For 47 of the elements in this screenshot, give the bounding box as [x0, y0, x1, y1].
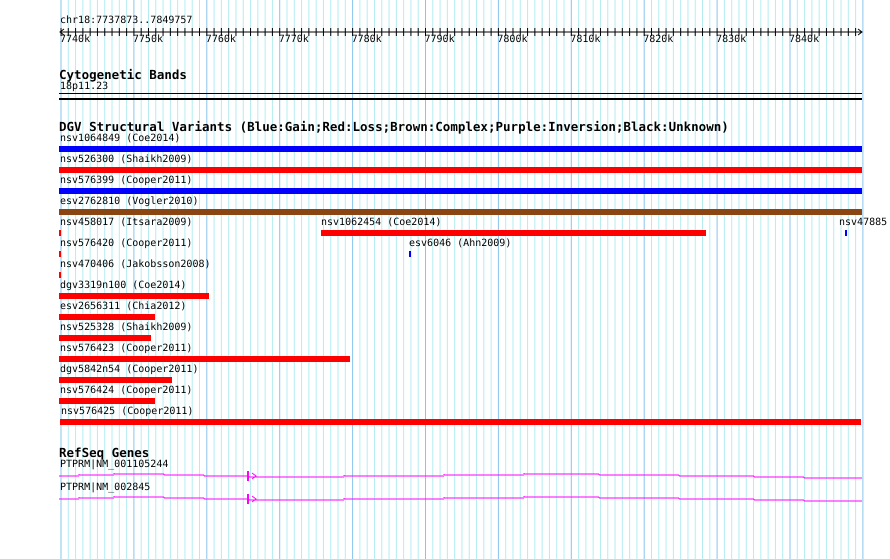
variant-label: nsv525328 (Shaikh2009): [60, 322, 192, 334]
variant-bar[interactable]: [59, 398, 155, 404]
ruler-tick-label: 7790k: [424, 34, 455, 46]
variant-label: nsv576420 (Cooper2011): [60, 238, 192, 250]
variant-bar[interactable]: [59, 377, 172, 383]
variant-label: nsv1062454 (Coe2014): [321, 217, 442, 229]
ruler-tick-label: 7800k: [497, 34, 528, 46]
variant-label: nsv576423 (Cooper2011): [60, 343, 192, 355]
variant-label: esv2656311 (Chia2012): [60, 301, 186, 313]
variant-label: nsv576399 (Cooper2011): [60, 175, 192, 187]
ruler-tick-label: 7770k: [278, 34, 309, 46]
variant-label: nsv47885: [839, 217, 888, 229]
ruler-tick-label: 7810k: [570, 34, 600, 46]
ruler-tick-label: 7760k: [206, 34, 236, 46]
track-title: RefSeq Genes: [59, 446, 150, 459]
variant-label: dgv5842n54 (Cooper2011): [60, 364, 198, 376]
variant-bar[interactable]: [59, 167, 862, 173]
track-title: DGV Structural Variants (Blue:Gain;Red:Loss;Brown:Complex;Purple:Inversion;Black:Unknown): [59, 120, 730, 133]
ruler-tick-label: 7780k: [352, 34, 382, 46]
location-label: chr18:7737873..7849757: [60, 15, 192, 27]
variant-label: nsv458017 (Itsara2009): [60, 217, 192, 229]
variant-label: esv6046 (Ahn2009): [409, 238, 512, 250]
ruler-tick-label: 7750k: [132, 34, 163, 46]
gene-label: PTPRM|NM_001105244: [60, 459, 168, 471]
ruler-tick-label: 7740k: [60, 34, 90, 46]
ruler-tick-label: 7840k: [789, 34, 820, 46]
variant-label: dgv3319n100 (Coe2014): [60, 280, 186, 292]
variant-label: esv2762810 (Vogler2010): [60, 196, 198, 208]
variant-bar[interactable]: [60, 419, 861, 425]
variant-label: nsv576425 (Cooper2011): [61, 406, 194, 418]
variant-bar[interactable]: [59, 314, 155, 320]
gene-label: PTPRM|NM_002845: [60, 482, 150, 494]
variant-label: nsv470406 (Jakobsson2008): [60, 259, 211, 271]
band-label: 18p11.23: [60, 81, 108, 93]
variant-bar[interactable]: [59, 335, 151, 341]
variant-label: nsv576424 (Cooper2011): [60, 385, 192, 397]
ruler-tick-label: 7830k: [716, 34, 746, 46]
variant-label: nsv1064849 (Coe2014): [60, 133, 180, 145]
track-title: Cytogenetic Bands: [59, 68, 188, 81]
variant-bar[interactable]: [59, 209, 862, 215]
variant-bar[interactable]: [321, 230, 706, 236]
ruler-tick-label: 7820k: [643, 34, 674, 46]
variant-bar[interactable]: [59, 188, 862, 194]
variant-label: nsv526300 (Shaikh2009): [60, 154, 192, 166]
variant-bar[interactable]: [59, 356, 350, 362]
variant-bar[interactable]: [59, 146, 862, 152]
variant-bar[interactable]: [59, 293, 209, 299]
